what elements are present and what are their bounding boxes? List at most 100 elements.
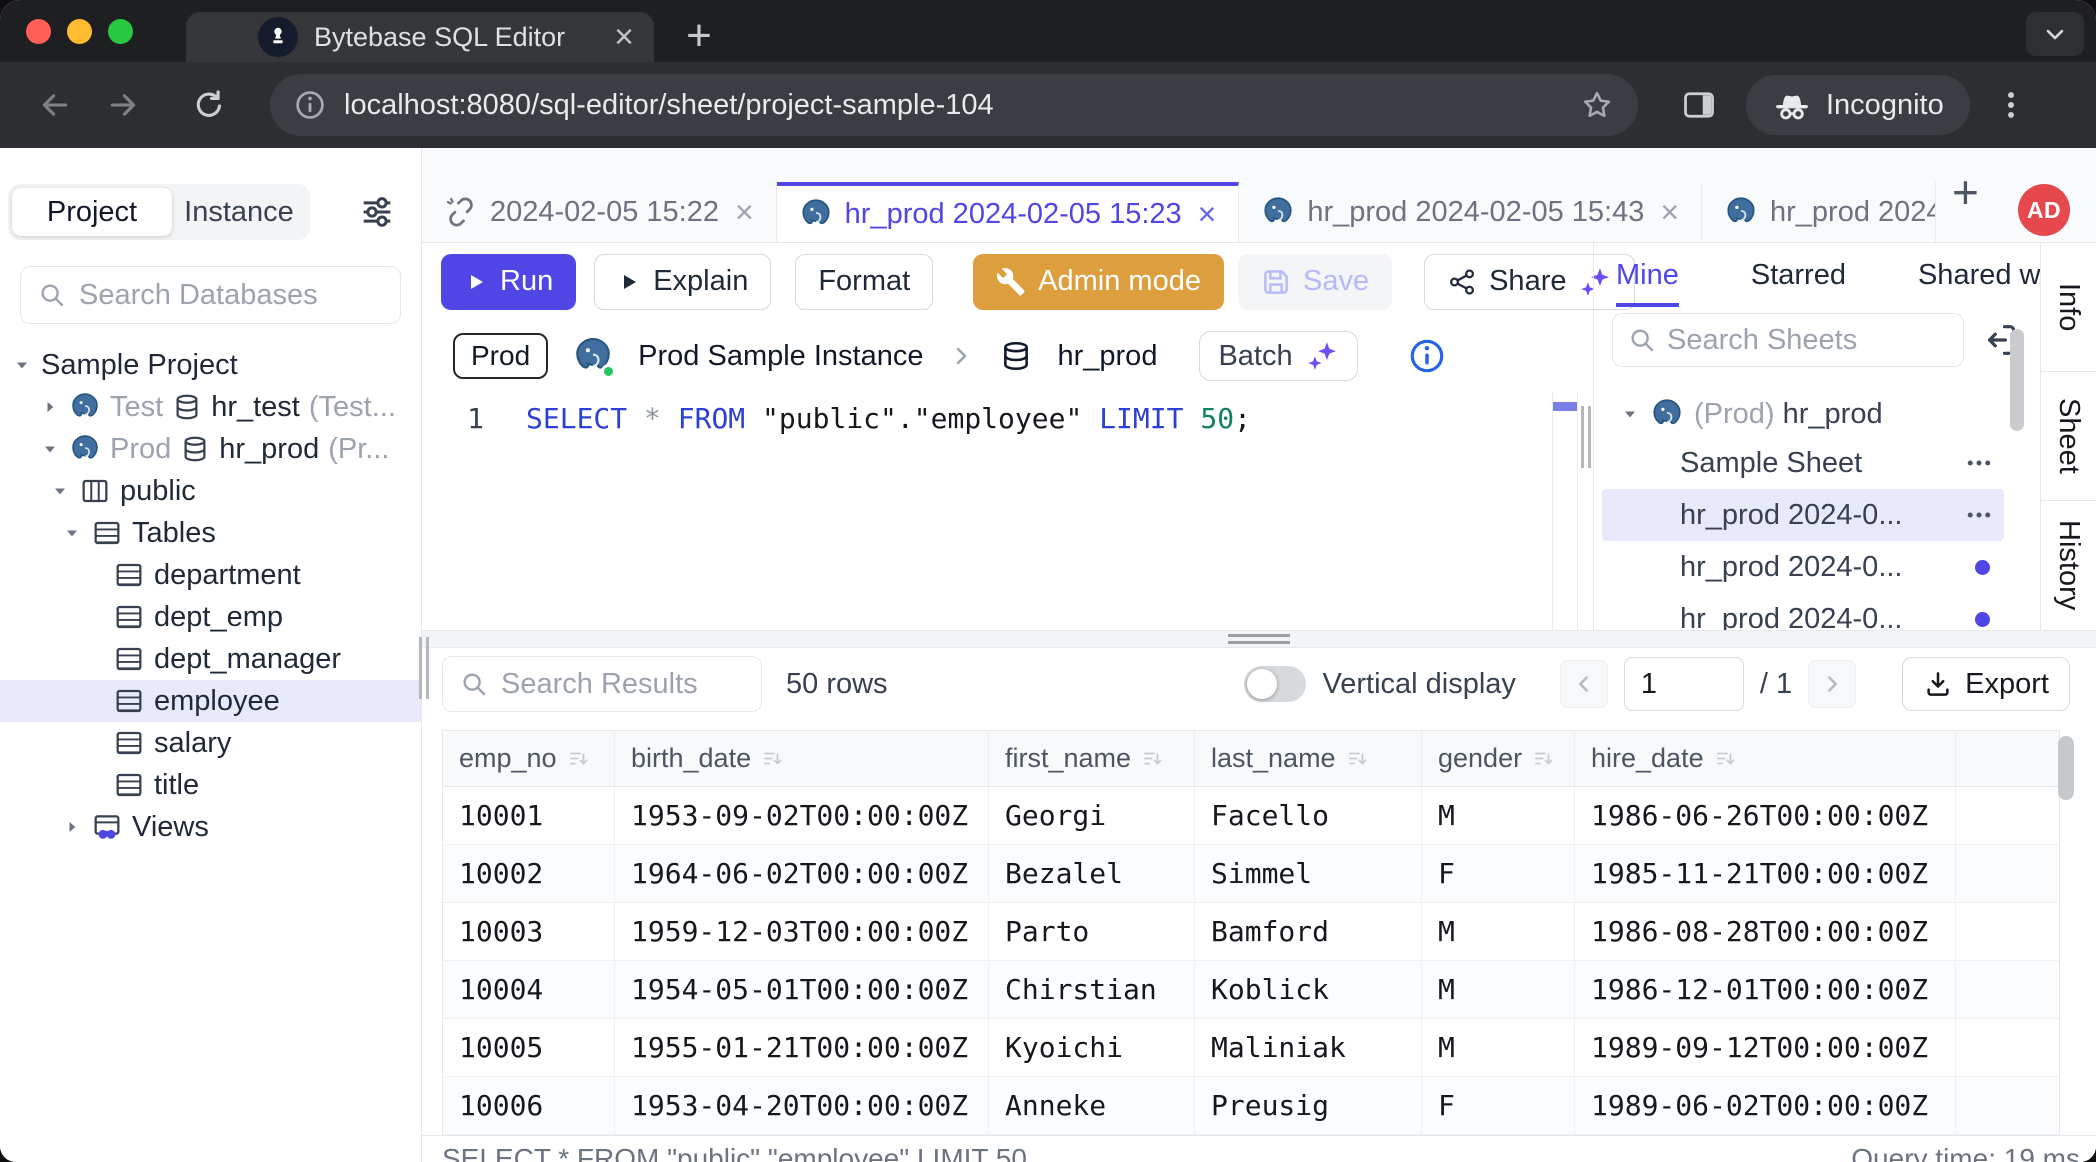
editor-scrollbar-track[interactable] [1552,392,1578,630]
new-tab-button[interactable]: + [676,13,722,59]
results-search-input[interactable] [501,668,745,701]
sort-icon[interactable] [1714,747,1738,771]
close-icon[interactable]: × [1198,198,1217,230]
table-row[interactable]: 100051955-01-21T00:00:00ZKyoichiMaliniak… [443,1019,2059,1077]
run-button[interactable]: Run [441,254,576,310]
caret-down-icon[interactable] [62,523,82,543]
results-scrollbar[interactable] [2058,736,2074,800]
sheet-search[interactable] [1612,313,1964,367]
tree-item-department[interactable]: department [0,554,421,596]
sort-icon[interactable] [761,747,785,771]
caret-down-icon[interactable] [40,439,60,459]
browser-tab[interactable]: Bytebase SQL Editor × [186,12,654,62]
format-button[interactable]: Format [795,254,933,310]
caret-down-icon[interactable] [12,355,32,375]
sort-icon[interactable] [1346,747,1370,771]
sort-icon[interactable] [567,747,591,771]
prev-page-button[interactable] [1560,660,1608,708]
table-row[interactable]: 100061953-04-20T00:00:00ZAnnekePreusigF1… [443,1077,2059,1135]
window-maximize-button[interactable] [108,19,133,44]
table-row[interactable]: 100011953-09-02T00:00:00ZGeorgiFacelloM1… [443,787,2059,845]
save-button[interactable]: Save [1238,254,1392,310]
sheet-group[interactable]: (Prod) hr_prod [1594,391,2040,437]
column-header-last_name[interactable]: last_name [1195,731,1422,786]
bookmark-star-icon[interactable] [1580,88,1614,122]
close-icon[interactable]: × [735,196,754,228]
window-close-button[interactable] [26,19,51,44]
page-number-input[interactable] [1624,657,1744,711]
table-row[interactable]: 100021964-06-02T00:00:00ZBezalelSimmelF1… [443,845,2059,903]
results-search[interactable] [442,656,762,712]
tab-project[interactable]: Project [12,188,172,236]
panel-resize-handle[interactable] [1581,406,1591,468]
side-panel-button[interactable] [1674,80,1724,130]
sheet-tab[interactable]: 2024-02-05 15:22× [422,182,777,242]
tree-item-tables[interactable]: Tables [0,512,421,554]
tree-item-dept-manager[interactable]: dept_manager [0,638,421,680]
caret-down-icon[interactable] [50,481,70,501]
tree-item-title[interactable]: title [0,764,421,806]
tab-info[interactable]: Info [2041,243,2096,372]
database-search-input[interactable] [79,279,384,312]
close-icon[interactable]: × [614,20,634,54]
column-header-first_name[interactable]: first_name [989,731,1195,786]
tree-item-employee[interactable]: employee [0,680,421,722]
connection-info-button[interactable] [1408,337,1446,375]
item-menu-button[interactable] [1964,500,1994,530]
admin-mode-button[interactable]: Admin mode [973,254,1224,310]
sheet-list-item[interactable]: hr_prod 2024-0... [1602,489,2004,541]
sql-editor-area[interactable]: 1 SELECT * FROM "public"."employee" LIMI… [422,392,1593,630]
tree-item-salary[interactable]: salary [0,722,421,764]
column-header-emp_no[interactable]: emp_no [443,731,615,786]
tab-mine[interactable]: Mine [1616,243,1679,307]
filter-settings-button[interactable] [357,192,397,232]
sheet-list-item[interactable]: Sample Sheet [1602,437,2004,489]
results-resize-splitter[interactable] [422,630,2096,648]
caret-right-icon[interactable] [62,817,82,837]
tree-item-hr-test[interactable]: Testhr_test(Test... [0,386,421,428]
window-minimize-button[interactable] [67,19,92,44]
column-header-gender[interactable]: gender [1422,731,1575,786]
address-bar[interactable]: localhost:8080/sql-editor/sheet/project-… [270,74,1638,136]
sheet-tab[interactable]: hr_prod 2024-0 [1702,182,1936,242]
sheet-search-input[interactable] [1667,324,1949,357]
column-header-hire_date[interactable]: hire_date [1575,731,1956,786]
tree-item-views[interactable]: Views [0,806,421,848]
caret-right-icon[interactable] [40,397,60,417]
vertical-display-toggle[interactable] [1244,666,1306,702]
site-info-icon[interactable] [294,89,326,121]
close-icon[interactable]: × [1660,196,1679,228]
sort-icon[interactable] [1141,747,1165,771]
add-sheet-button[interactable]: + [1952,169,1979,221]
table-row[interactable]: 100041954-05-01T00:00:00ZChirstianKoblic… [443,961,2059,1019]
sidebar-resize-handle[interactable] [419,637,429,699]
batch-button[interactable]: Batch [1199,331,1357,381]
tree-item-dept-emp[interactable]: dept_emp [0,596,421,638]
tab-history[interactable]: History [2041,501,2096,630]
tab-instance[interactable]: Instance [172,196,306,229]
sheet-list-item[interactable]: hr_prod 2024-0... [1602,541,2004,593]
reload-button[interactable] [184,80,234,130]
forward-button[interactable] [98,80,148,130]
sheet-list-item[interactable]: hr_prod 2024-0... [1602,593,2004,630]
next-page-button[interactable] [1808,660,1856,708]
user-avatar[interactable]: AD [2018,184,2070,236]
tab-starred[interactable]: Starred [1751,243,1846,307]
export-button[interactable]: Export [1902,657,2070,711]
sheet-list-scrollbar[interactable] [2010,329,2024,431]
database-search[interactable] [20,266,401,324]
tab-search-button[interactable] [2026,12,2084,56]
tree-item-sample-project[interactable]: Sample Project [0,344,421,386]
browser-menu-button[interactable] [1986,80,2036,130]
back-button[interactable] [30,80,80,130]
column-header-birth_date[interactable]: birth_date [615,731,989,786]
sheet-tab[interactable]: hr_prod 2024-02-05 15:43× [1239,182,1702,242]
explain-button[interactable]: Explain [594,254,771,310]
item-menu-button[interactable] [1964,448,1994,478]
splitter-drag-handle[interactable] [1228,634,1290,648]
instance-name[interactable]: Prod Sample Instance [638,340,923,373]
sort-icon[interactable] [1532,747,1556,771]
table-row[interactable]: 100031959-12-03T00:00:00ZPartoBamfordM19… [443,903,2059,961]
sheet-tab[interactable]: hr_prod 2024-02-05 15:23× [777,182,1240,242]
tree-item-public[interactable]: public [0,470,421,512]
